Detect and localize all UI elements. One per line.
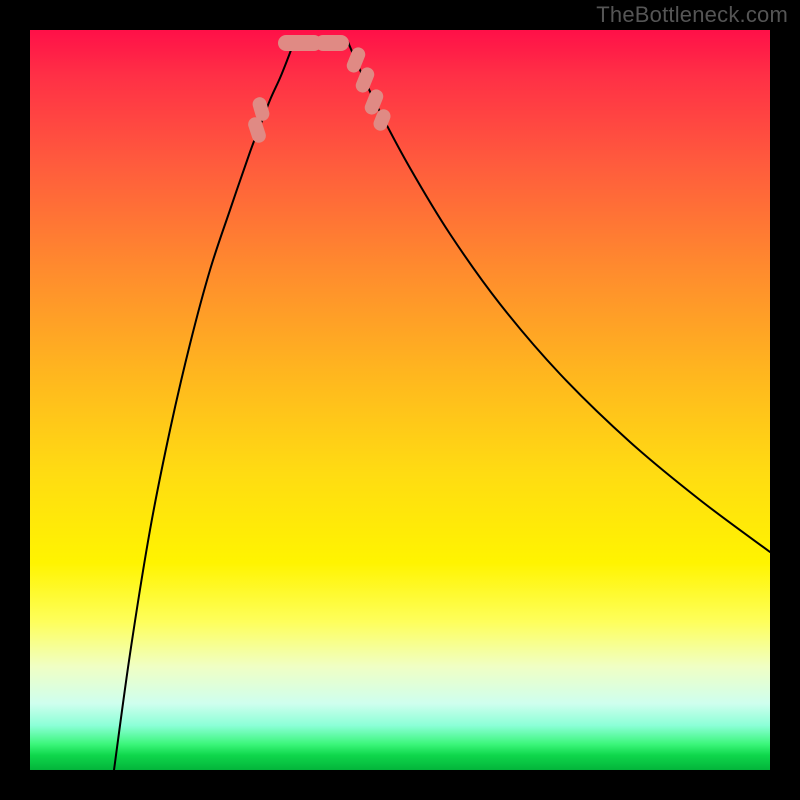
series-right-curve [348,42,770,552]
plot-area [30,30,770,770]
markers-group [246,35,392,145]
curve-layer [30,30,770,770]
series-left-curve [114,42,294,770]
marker-3 [315,35,349,51]
curves-group [114,42,770,770]
watermark-text: TheBottleneck.com [596,2,788,28]
chart-frame: TheBottleneck.com [0,0,800,800]
